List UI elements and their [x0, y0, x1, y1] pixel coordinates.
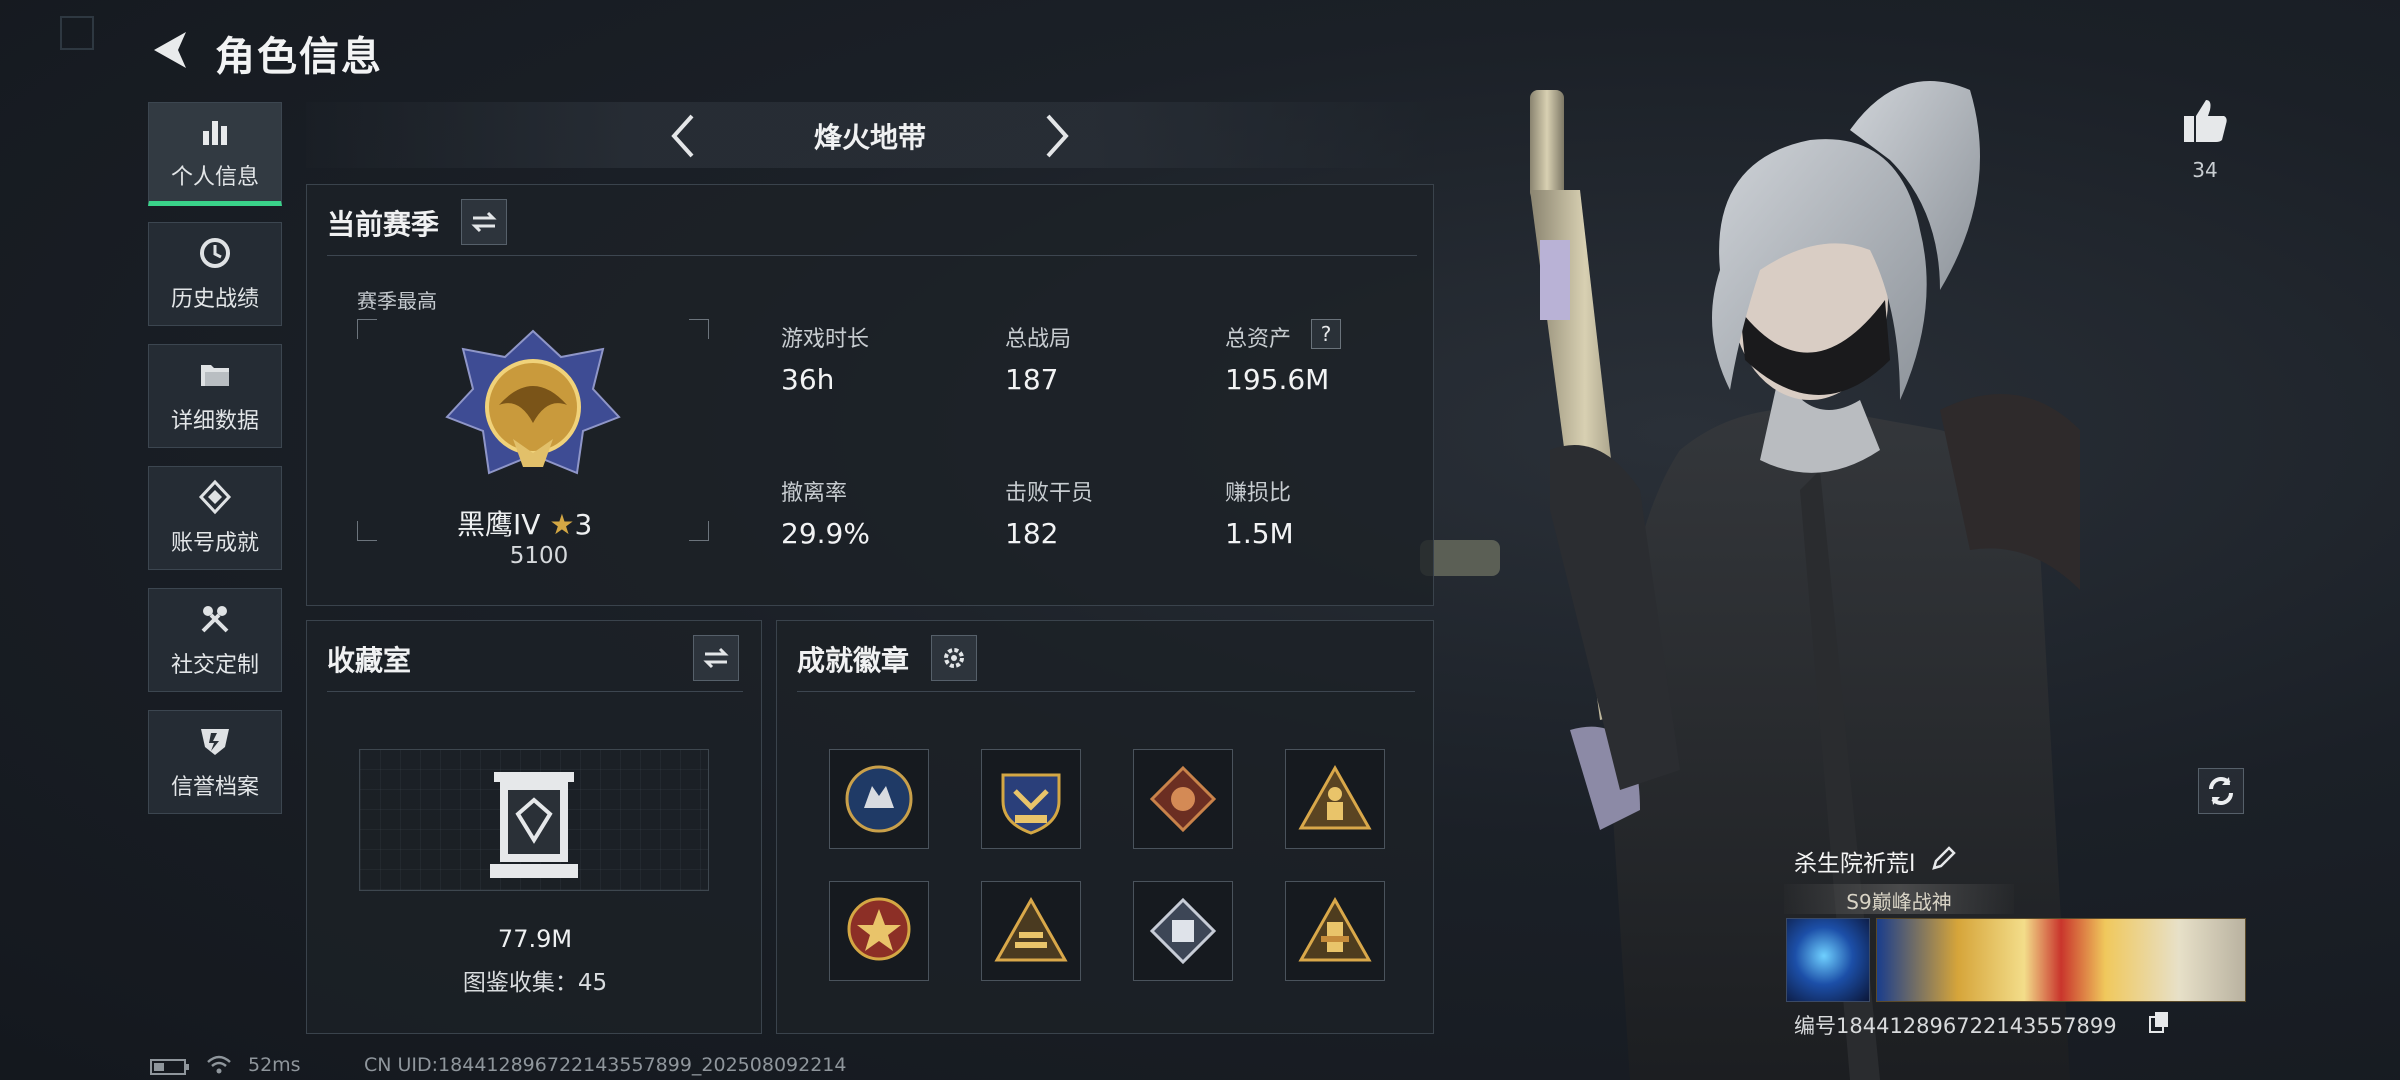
status-uid: CN UID:1844128967221435578​99_2025080922…: [364, 1054, 847, 1076]
stat-label-operators-defeated: 击败干员: [1005, 481, 1094, 506]
nav-item-credit[interactable]: 信誉档案: [148, 710, 282, 814]
tower-triangle-icon: [1298, 896, 1372, 962]
divider: [797, 691, 1415, 692]
divider: [327, 255, 1417, 256]
nav-label: 历史战绩: [170, 287, 259, 312]
nav-label: 账号成就: [170, 531, 259, 556]
chevron-right-icon[interactable]: [1030, 108, 1080, 164]
rank-star-icon: ★: [549, 508, 575, 541]
nav-item-detail-data[interactable]: 详细数据: [148, 344, 282, 448]
back-arrow-icon[interactable]: [148, 28, 190, 72]
collection-switch-button[interactable]: [693, 635, 739, 681]
season-switch-button[interactable]: [461, 199, 507, 245]
swap-arrows-icon: [471, 211, 497, 233]
season-title: 当前赛季: [327, 208, 440, 241]
nav-label: 社交定制: [170, 653, 259, 678]
shield-wings-emblem-icon: [1001, 773, 1061, 835]
achievement-diamond-icon: [198, 479, 232, 515]
help-question-icon[interactable]: ?: [1311, 319, 1341, 349]
stat-value-total-matches: 187: [1005, 363, 1059, 396]
badges-title: 成就徽章: [797, 644, 910, 677]
wifi-icon: [207, 1055, 231, 1074]
season-best-label: 赛季最高: [357, 289, 437, 313]
rank-name: 黑鹰IV: [457, 508, 541, 541]
wolf-emblem-icon: [845, 765, 913, 833]
page-title: 角色信息: [215, 34, 383, 80]
player-title: S9巅峰战神: [1846, 890, 1952, 914]
nav-label: 信誉档案: [170, 775, 259, 800]
avatar[interactable]: [1786, 918, 1870, 1002]
nav-label: 详细数据: [170, 409, 259, 434]
stat-label-extract-rate: 撤离率: [781, 481, 848, 506]
player-uid: 编号1844128967221435578​99: [1794, 1014, 2117, 1038]
history-clock-icon: [200, 238, 230, 268]
stat-value-extract-rate: 29.9%: [781, 517, 870, 550]
badge-slot[interactable]: [1285, 881, 1385, 981]
corner-decoration: [60, 16, 94, 50]
nav-item-achievements[interactable]: 账号成就: [148, 466, 282, 570]
edit-pencil-icon[interactable]: [1930, 844, 1958, 872]
bar-chart-icon: [203, 121, 227, 145]
stat-value-operators-defeated: 182: [1005, 517, 1059, 550]
nav-item-social[interactable]: 社交定制: [148, 588, 282, 692]
stat-label-total-matches: 总战局: [1005, 327, 1072, 352]
stat-value-total-assets: 195.6M: [1225, 363, 1330, 396]
badge-slot[interactable]: [829, 749, 929, 849]
rank-name-line: 黑鹰IV ★3: [457, 503, 592, 543]
copy-icon[interactable]: [2148, 1010, 2170, 1034]
stat-label-profit-ratio: 赚损比: [1225, 481, 1292, 506]
stat-value-profit-ratio: 1.5M: [1225, 517, 1294, 550]
credit-shield-icon: [201, 729, 229, 755]
folder-icon: [201, 365, 229, 386]
collection-title: 收藏室: [327, 644, 412, 677]
rank-emblem-icon: [445, 329, 621, 475]
stat-value-playtime: 36h: [781, 363, 835, 396]
collection-panel: 收藏室 77.9M 图鉴收集：45: [306, 620, 762, 1034]
badge-slot[interactable]: [981, 881, 1081, 981]
battery-icon: [150, 1059, 189, 1075]
collection-value: 77.9M: [497, 925, 573, 953]
refresh-icon: [2209, 777, 2233, 805]
player-name: 杀生院祈荒l: [1794, 851, 1916, 877]
gear-icon: [944, 648, 964, 668]
swap-arrows-icon: [703, 647, 729, 669]
ping-value: 52ms: [248, 1054, 301, 1076]
thumbs-up-icon[interactable]: [2180, 96, 2230, 146]
current-season-panel: 当前赛季 赛季最高 黑鹰IV ★3 5100 游戏时长 36h 总战局 187 …: [306, 184, 1434, 606]
collection-count: 图鉴收集：45: [462, 970, 608, 996]
badge-slot[interactable]: [1285, 749, 1385, 849]
soldier-triangle-icon: [1298, 764, 1372, 830]
nav-label: 个人信息: [170, 165, 259, 190]
rank-stars: 3: [574, 508, 593, 541]
divider: [327, 691, 743, 692]
map-title: 烽火地带: [813, 121, 926, 154]
achievement-badges-panel: 成就徽章: [776, 620, 1434, 1034]
stat-label-playtime: 游戏时长: [781, 327, 870, 352]
like-count: 34: [2192, 158, 2218, 182]
badge-slot[interactable]: [829, 881, 929, 981]
badges-settings-button[interactable]: [931, 635, 977, 681]
nav-item-history[interactable]: 历史战绩: [148, 222, 282, 326]
tools-icon: [201, 606, 229, 633]
cube-diamond-icon: [1149, 897, 1217, 965]
rank-score: 5100: [509, 543, 569, 569]
dragon-emblem-icon: [1149, 765, 1217, 833]
bars-triangle-icon: [994, 896, 1068, 962]
star-medal-icon: [847, 897, 911, 961]
refresh-button[interactable]: [2198, 768, 2244, 814]
badge-slot[interactable]: [981, 749, 1081, 849]
badge-slot[interactable]: [1133, 881, 1233, 981]
badge-slot[interactable]: [1133, 749, 1233, 849]
display-case-icon: [490, 772, 578, 878]
nav-item-personal-info[interactable]: 个人信息: [148, 102, 282, 206]
stat-label-total-assets: 总资产: [1225, 327, 1292, 352]
collection-preview[interactable]: [359, 749, 709, 891]
profile-banner: [1876, 918, 2246, 1002]
